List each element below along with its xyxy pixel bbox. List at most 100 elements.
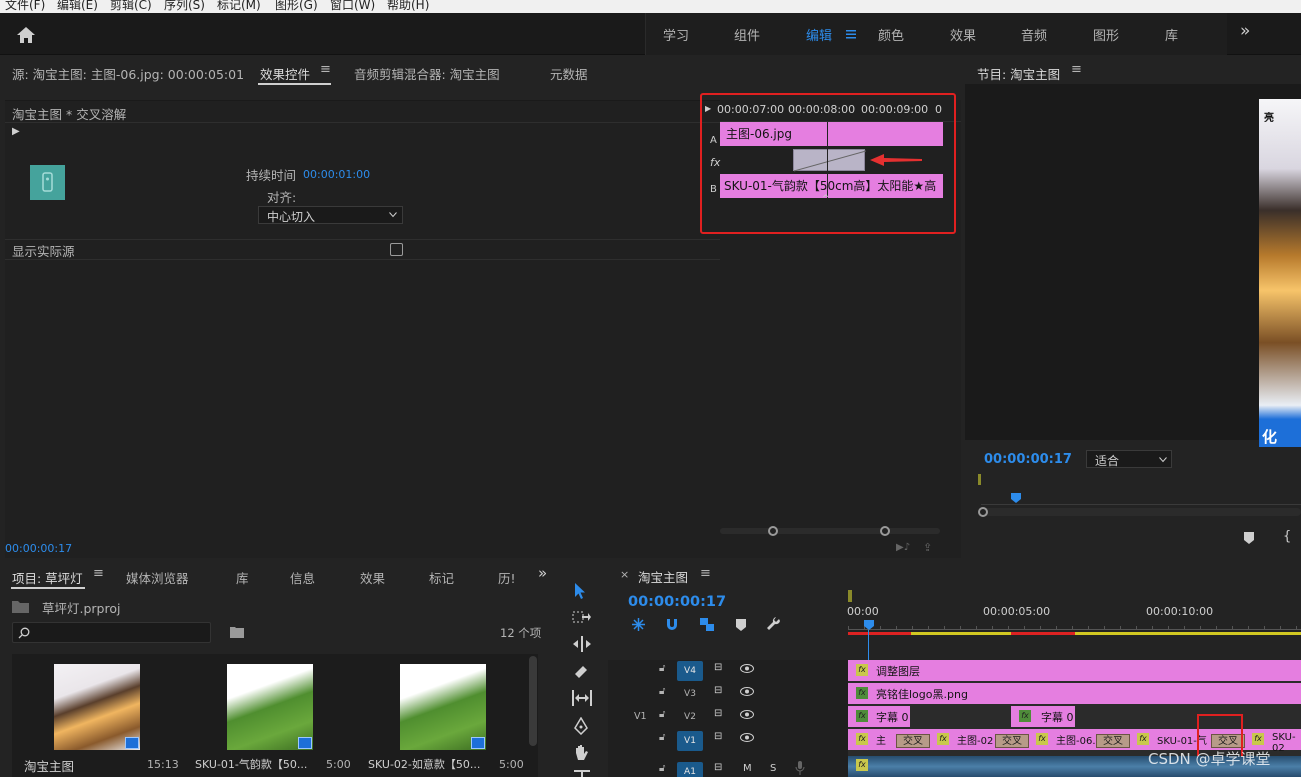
tab-effects[interactable]: 效果 (360, 568, 385, 587)
tab-libraries[interactable]: 库 (236, 568, 249, 587)
add-marker-icon[interactable] (736, 619, 746, 631)
tab-media-browser[interactable]: 媒体浏览器 (126, 568, 189, 587)
project-search-input[interactable] (12, 622, 211, 643)
menu-file[interactable]: 文件(F) (5, 0, 45, 13)
menu-graphics[interactable]: 图形(G) (275, 0, 318, 13)
eye-icon[interactable] (740, 710, 754, 719)
clip-label[interactable]: SKU-02 (1272, 732, 1301, 754)
source-timecode[interactable]: 00:00:00:17 (5, 542, 72, 555)
project-scrollbar[interactable] (529, 656, 537, 746)
export-icon[interactable]: ⇪ (923, 541, 932, 554)
sync-lock-icon[interactable]: ⊟ (714, 685, 722, 696)
track-v4-label[interactable]: V4 (677, 661, 703, 681)
snap-icon[interactable] (665, 618, 679, 631)
clip-logo[interactable]: fx 亮铭佳logo黑.png (848, 683, 1301, 704)
workspace-editing[interactable]: 编辑 (806, 25, 832, 44)
program-title[interactable]: 节目: 淘宝主图 (977, 64, 1060, 83)
sequence-tab[interactable]: 淘宝主图 (638, 567, 688, 586)
hand-tool-icon[interactable] (573, 744, 589, 762)
track-select-tool-icon[interactable] (572, 610, 592, 626)
tab-effect-controls[interactable]: 效果控件 (260, 64, 310, 83)
mute-button[interactable]: M (743, 763, 752, 774)
eye-icon[interactable] (740, 664, 754, 673)
cross-dissolve-transition[interactable]: 交叉 (995, 734, 1029, 748)
tab-info[interactable]: 信息 (290, 568, 315, 587)
fit-dropdown[interactable]: 适合 (1086, 450, 1172, 468)
wrench-icon[interactable] (766, 617, 782, 633)
linked-selection-icon[interactable] (699, 617, 715, 632)
play-clip-icon[interactable]: ▶♪ (896, 542, 910, 553)
clip-adjustment-layer[interactable]: fx 调整图层 (848, 660, 1301, 681)
add-marker-icon[interactable] (1244, 532, 1254, 544)
razor-tool-icon[interactable] (573, 664, 589, 680)
menu-sequence[interactable]: 序列(S) (164, 0, 205, 13)
cross-dissolve-transition[interactable]: 交叉 (1096, 734, 1130, 748)
menu-help[interactable]: 帮助(H) (387, 0, 429, 13)
workspace-assembly[interactable]: 组件 (734, 25, 760, 44)
menu-marker[interactable]: 标记(M) (217, 0, 261, 13)
track-v2-label[interactable]: V2 (677, 707, 703, 727)
zoom-handle-left[interactable] (768, 526, 778, 536)
tab-source[interactable]: 源: 淘宝主图: 主图-06.jpg: 00:00:05:01 (12, 64, 244, 83)
home-icon[interactable] (16, 26, 36, 44)
lock-icon[interactable]: 🔓︎ (659, 763, 665, 774)
lock-icon[interactable]: 🔓︎ (659, 663, 665, 674)
align-dropdown[interactable]: 中心切入 (258, 206, 403, 224)
microphone-icon[interactable] (795, 761, 805, 775)
program-scroll-handle[interactable] (978, 507, 988, 517)
project-item-name[interactable]: SKU-01-气韵款【50... (195, 756, 307, 772)
clip-label[interactable]: 主图-06. (1056, 732, 1096, 747)
close-sequence-icon[interactable]: × (620, 568, 629, 581)
program-menu-icon[interactable]: ≡ (1071, 62, 1082, 77)
pen-tool-icon[interactable] (573, 717, 589, 735)
program-timecode[interactable]: 00:00:00:17 (984, 452, 1072, 467)
source-patch-v1[interactable]: V1 (634, 711, 647, 722)
project-item-thumbnail[interactable] (227, 664, 313, 750)
project-item-thumbnail[interactable] (400, 664, 486, 750)
clip-caption-2[interactable]: fx 字幕 0 (1011, 706, 1075, 727)
menu-clip[interactable]: 剪辑(C) (110, 0, 152, 13)
track-v1-label[interactable]: V1 (677, 731, 703, 751)
timeline-ruler[interactable] (848, 618, 1301, 630)
workspace-color[interactable]: 颜色 (878, 25, 904, 44)
selection-tool-icon[interactable] (574, 582, 588, 600)
lock-icon[interactable]: 🔓︎ (659, 732, 665, 743)
slip-tool-icon[interactable] (571, 690, 593, 706)
show-actual-source-checkbox[interactable] (390, 243, 403, 256)
cross-dissolve-transition[interactable]: 交叉 (896, 734, 930, 748)
project-item-thumbnail[interactable] (54, 664, 140, 750)
nest-toggle-icon[interactable] (631, 617, 646, 632)
project-menu-icon[interactable]: ≡ (93, 566, 104, 581)
sequence-menu-icon[interactable]: ≡ (700, 566, 711, 581)
lock-icon[interactable]: 🔓︎ (659, 709, 665, 720)
workspace-effects[interactable]: 效果 (950, 25, 976, 44)
workspace-libraries[interactable]: 库 (1165, 25, 1178, 44)
new-bin-from-search-icon[interactable] (230, 626, 244, 638)
tab-project[interactable]: 项目: 草坪灯 (12, 568, 83, 587)
clip-caption-1[interactable]: fx 字幕 0 (848, 706, 910, 727)
workspace-menu-icon[interactable] (846, 30, 856, 39)
tab-metadata[interactable]: 元数据 (550, 64, 588, 83)
sync-lock-icon[interactable]: ⊟ (714, 731, 722, 742)
tab-markers[interactable]: 标记 (429, 568, 454, 587)
sync-lock-icon[interactable]: ⊟ (714, 708, 722, 719)
tab-audio-clip-mixer[interactable]: 音频剪辑混合器: 淘宝主图 (354, 64, 500, 83)
effect-controls-menu-icon[interactable]: ≡ (320, 62, 331, 77)
workspace-graphics[interactable]: 图形 (1093, 25, 1119, 44)
track-a1-label[interactable]: A1 (677, 762, 703, 777)
ripple-edit-tool-icon[interactable] (572, 636, 592, 652)
type-tool-icon[interactable] (574, 770, 590, 777)
eye-icon[interactable] (740, 733, 754, 742)
project-item-name[interactable]: 淘宝主图 (24, 756, 74, 775)
mini-zoom-bar[interactable] (720, 528, 940, 534)
workspace-learn[interactable]: 学习 (663, 25, 689, 44)
sync-lock-icon[interactable]: ⊟ (714, 662, 722, 673)
clip-label[interactable]: 主图-02 (957, 732, 993, 747)
playhead-icon[interactable] (1011, 493, 1021, 503)
duration-value[interactable]: 00:00:01:00 (303, 168, 370, 181)
more-tabs-icon[interactable]: » (538, 564, 547, 582)
workspace-audio[interactable]: 音频 (1021, 25, 1047, 44)
program-scrollbar[interactable] (979, 508, 1301, 516)
menu-window[interactable]: 窗口(W) (330, 0, 375, 13)
zoom-handle-right[interactable] (880, 526, 890, 536)
